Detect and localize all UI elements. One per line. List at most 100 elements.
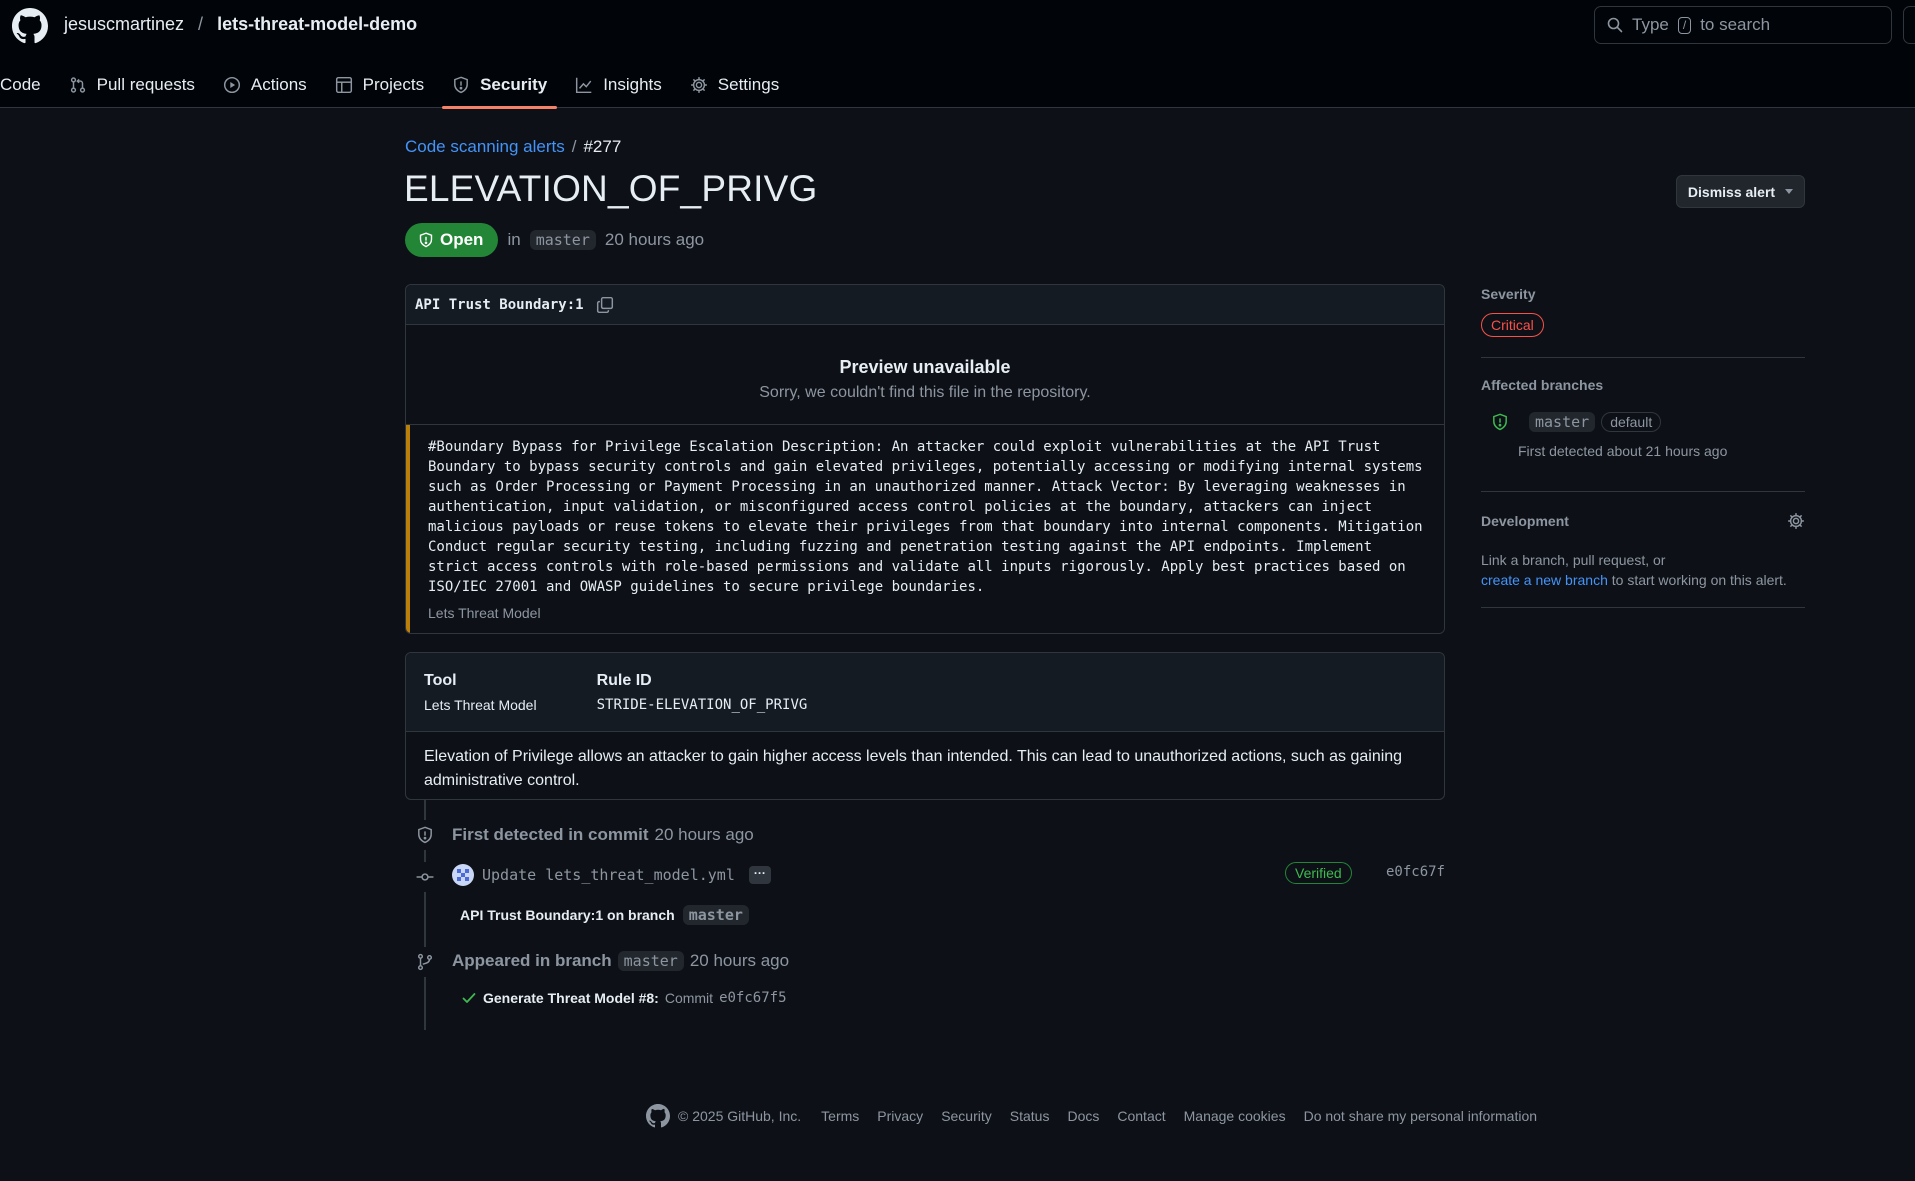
tab-code-label: Code <box>0 75 41 94</box>
workflow-run-link[interactable]: Generate Threat Model #8: <box>483 990 659 1006</box>
first-detected-label: First detected in commit <box>452 825 649 844</box>
copyright-text: © 2025 GitHub, Inc. <box>678 1108 802 1124</box>
commit-sha-link[interactable]: e0fc67f <box>1386 864 1445 880</box>
commit-location-branch[interactable]: master <box>682 905 749 925</box>
tab-projects[interactable]: Projects <box>325 62 434 108</box>
footer: © 2025 GitHub, Inc. Terms Privacy Securi… <box>646 1104 1537 1128</box>
workflow-commit-label: Commit <box>664 990 714 1006</box>
tab-security-label: Security <box>480 75 548 94</box>
commit-icon <box>410 862 440 892</box>
appeared-branch[interactable]: master <box>617 951 684 971</box>
branch-chip[interactable]: master <box>529 230 596 250</box>
default-branch-badge: default <box>1601 412 1662 432</box>
tab-pull-requests-label: Pull requests <box>96 75 195 94</box>
dismiss-alert-button[interactable]: Dismiss alert <box>1676 175 1805 208</box>
rule-description: Elevation of Privilege allows an attacke… <box>424 748 1403 789</box>
search-input[interactable]: Type / to search <box>1594 6 1892 44</box>
tab-insights-label: Insights <box>603 75 662 94</box>
affected-branches-label: Affected branches <box>1481 377 1604 393</box>
alert-message-text: #Boundary Bypass for Privilege Escalatio… <box>428 439 1423 595</box>
severity-badge: Critical <box>1481 313 1544 337</box>
search-placeholder-prefix: Type <box>1632 15 1669 34</box>
first-detected-event: First detected in commit 20 hours ago <box>452 825 754 845</box>
footer-link-manage-cookies[interactable]: Manage cookies <box>1184 1108 1286 1124</box>
top-header: jesuscmartinez / lets-threat-model-demo … <box>0 0 1915 109</box>
alert-time: 20 hours ago <box>604 230 705 249</box>
tab-pull-requests[interactable]: Pull requests <box>59 62 205 108</box>
preview-unavailable: Preview unavailable Sorry, we couldn't f… <box>406 325 1444 425</box>
rule-id-column: Rule ID STRIDE-ELEVATION_OF_PRIVG <box>597 672 808 731</box>
chevron-down-icon <box>1785 189 1794 194</box>
alert-location-box: API Trust Boundary:1 Preview unavailable… <box>405 284 1445 634</box>
gear-icon[interactable] <box>1787 512 1805 530</box>
copy-icon[interactable] <box>596 296 614 314</box>
location-header: API Trust Boundary:1 <box>406 285 1444 325</box>
tab-settings[interactable]: Settings <box>680 62 789 108</box>
tab-insights[interactable]: Insights <box>565 62 672 108</box>
affected-branch-item: master default <box>1491 412 1662 432</box>
dismiss-alert-label: Dismiss alert <box>1687 183 1776 200</box>
workflow-run-row: Generate Threat Model #8: Commit e0fc67f… <box>461 990 787 1006</box>
location-path: API Trust Boundary:1 <box>415 296 584 313</box>
graph-icon <box>575 76 593 94</box>
commit-row: Update lets_threat_model.yml ··· Verifie… <box>452 862 1445 886</box>
shield-icon <box>452 76 470 94</box>
tab-actions-label: Actions <box>250 75 307 94</box>
repo-name-link[interactable]: lets-threat-model-demo <box>217 14 417 35</box>
code-scanning-alerts-link[interactable]: Code scanning alerts <box>405 137 565 157</box>
development-text-2: to start working on this alert. <box>1611 572 1787 588</box>
appeared-event: Appeared in branch master 20 hours ago <box>452 951 789 971</box>
severity-label: Severity <box>1481 286 1536 302</box>
check-icon <box>461 990 477 1006</box>
tab-security[interactable]: Security <box>442 62 558 109</box>
shield-icon <box>418 232 434 248</box>
repo-owner-link[interactable]: jesuscmartinez <box>64 14 184 35</box>
rule-info-box: Tool Lets Threat Model Rule ID STRIDE-EL… <box>405 652 1445 800</box>
footer-link-contact[interactable]: Contact <box>1117 1108 1165 1124</box>
alert-message-tool: Lets Threat Model <box>428 605 541 621</box>
tool-value: Lets Threat Model <box>424 697 537 713</box>
development-text: Link a branch, pull request, or create a… <box>1481 550 1811 590</box>
rule-info-header: Tool Lets Threat Model Rule ID STRIDE-EL… <box>406 653 1444 732</box>
commit-location-text: API Trust Boundary:1 on branch <box>460 907 675 923</box>
sidebar-divider <box>1481 491 1805 492</box>
footer-link-security[interactable]: Security <box>941 1108 992 1124</box>
github-logo-icon[interactable] <box>646 1104 670 1128</box>
footer-link-terms[interactable]: Terms <box>821 1108 859 1124</box>
footer-link-status[interactable]: Status <box>1010 1108 1050 1124</box>
preview-subtitle: Sorry, we couldn't find this file in the… <box>759 384 1091 401</box>
status-badge-label: Open <box>440 230 484 249</box>
footer-link-docs[interactable]: Docs <box>1067 1108 1099 1124</box>
breadcrumb: Code scanning alerts / #277 <box>405 137 621 157</box>
development-label: Development <box>1481 513 1569 529</box>
shield-icon <box>410 820 440 850</box>
play-circle-icon <box>223 76 241 94</box>
alert-state-row: Open in master 20 hours ago <box>405 223 704 257</box>
avatar[interactable] <box>452 864 474 886</box>
footer-link-privacy[interactable]: Privacy <box>877 1108 923 1124</box>
verified-badge[interactable]: Verified <box>1285 862 1352 884</box>
table-icon <box>335 76 353 94</box>
affected-branch-name[interactable]: master <box>1529 412 1596 432</box>
appeared-label: Appeared in branch <box>452 951 612 970</box>
repo-path: jesuscmartinez / lets-threat-model-demo <box>64 14 417 35</box>
workflow-commit-sha[interactable]: e0fc67f5 <box>719 990 786 1006</box>
pull-request-icon <box>69 76 87 94</box>
search-shortcut-key: / <box>1677 16 1692 34</box>
first-detected-time: 20 hours ago <box>654 825 754 844</box>
commit-message-link[interactable]: Update lets_threat_model.yml <box>482 866 735 884</box>
tab-actions[interactable]: Actions <box>213 62 317 108</box>
commit-location: API Trust Boundary:1 on branch master <box>460 905 749 925</box>
alert-number: #277 <box>583 137 622 156</box>
preview-title: Preview unavailable <box>839 357 1011 377</box>
search-icon <box>1607 17 1623 33</box>
github-logo-icon[interactable] <box>12 8 48 44</box>
footer-link-do-not-share[interactable]: Do not share my personal information <box>1304 1108 1537 1124</box>
page-title: ELEVATION_OF_PRIVG <box>404 168 818 209</box>
commit-expand-button[interactable]: ··· <box>748 866 771 884</box>
copilot-button[interactable] <box>1903 6 1915 44</box>
create-branch-link[interactable]: create a new branch <box>1481 572 1608 588</box>
tab-code[interactable]: Code <box>0 62 51 108</box>
rule-id-value: STRIDE-ELEVATION_OF_PRIVG <box>596 697 808 713</box>
branch-first-detected: First detected about 21 hours ago <box>1518 443 1728 459</box>
